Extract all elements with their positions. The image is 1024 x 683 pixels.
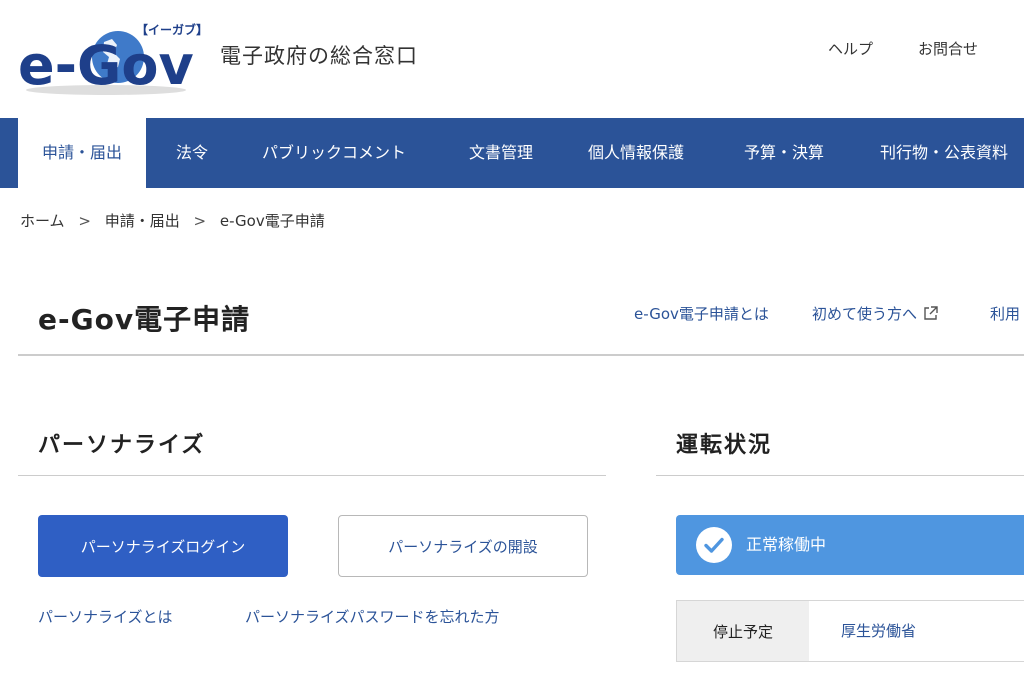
- global-nav: 申請・届出 法令 パブリックコメント 文書管理 個人情報保護 予算・決算 刊行物…: [0, 118, 1024, 188]
- nav-item-privacy[interactable]: 個人情報保護: [588, 118, 684, 188]
- check-circle-icon: [696, 527, 732, 563]
- first-time-users-link[interactable]: 初めて使う方へ: [812, 303, 938, 325]
- breadcrumb-home[interactable]: ホーム: [20, 212, 65, 230]
- title-divider: [18, 354, 1024, 356]
- scheduled-stop-ministry-link[interactable]: 厚生労働省: [841, 601, 916, 661]
- nav-item-publications[interactable]: 刊行物・公表資料: [880, 118, 1008, 188]
- site-tagline: 電子政府の総合窓口: [220, 44, 418, 68]
- breadcrumb-current: e-Gov電子申請: [219, 212, 325, 230]
- contact-link[interactable]: お問合せ: [918, 38, 978, 59]
- personalize-login-button[interactable]: パーソナライズログイン: [38, 515, 288, 577]
- egov-logo[interactable]: e-Gov 【イーガブ】: [18, 20, 208, 98]
- breadcrumb-separator: >: [78, 212, 91, 230]
- breadcrumb: ホーム > 申請・届出 > e-Gov電子申請: [20, 210, 325, 231]
- forgot-password-link[interactable]: パーソナライズパスワードを忘れた方: [245, 606, 500, 627]
- site-header: e-Gov 【イーガブ】 電子政府の総合窓口 ヘルプ お問合せ: [0, 0, 1024, 118]
- nav-item-document-management[interactable]: 文書管理: [469, 118, 533, 188]
- first-time-users-label: 初めて使う方へ: [812, 305, 918, 323]
- external-link-icon: [923, 306, 938, 325]
- breadcrumb-application[interactable]: 申請・届出: [105, 212, 180, 230]
- status-heading: 運転状況: [676, 433, 773, 458]
- scheduled-stop-table: 停止予定 厚生労働省: [676, 600, 1024, 662]
- personalize-open-button[interactable]: パーソナライズの開設: [338, 515, 588, 577]
- about-egov-link[interactable]: e-Gov電子申請とは: [634, 303, 769, 324]
- logo-kana: 【イーガブ】: [136, 22, 208, 37]
- status-divider: [656, 475, 1024, 476]
- personalize-heading: パーソナライズ: [38, 433, 206, 458]
- personalize-divider: [18, 475, 606, 476]
- logo-text: e-Gov: [18, 34, 194, 97]
- breadcrumb-separator: >: [193, 212, 207, 230]
- usage-link[interactable]: 利用: [990, 303, 1020, 324]
- nav-item-public-comment[interactable]: パブリックコメント: [262, 118, 406, 188]
- page-title: e-Gov電子申請: [38, 303, 251, 336]
- nav-item-laws[interactable]: 法令: [176, 118, 208, 188]
- scheduled-stop-label: 停止予定: [677, 601, 809, 661]
- help-link[interactable]: ヘルプ: [828, 38, 873, 59]
- status-banner: 正常稼働中: [676, 515, 1024, 575]
- nav-item-application[interactable]: 申請・届出: [18, 118, 146, 188]
- about-personalize-link[interactable]: パーソナライズとは: [38, 606, 173, 627]
- egov-logo-graphic: e-Gov 【イーガブ】: [18, 22, 208, 97]
- status-text: 正常稼働中: [746, 535, 827, 554]
- nav-item-budget[interactable]: 予算・決算: [744, 118, 824, 188]
